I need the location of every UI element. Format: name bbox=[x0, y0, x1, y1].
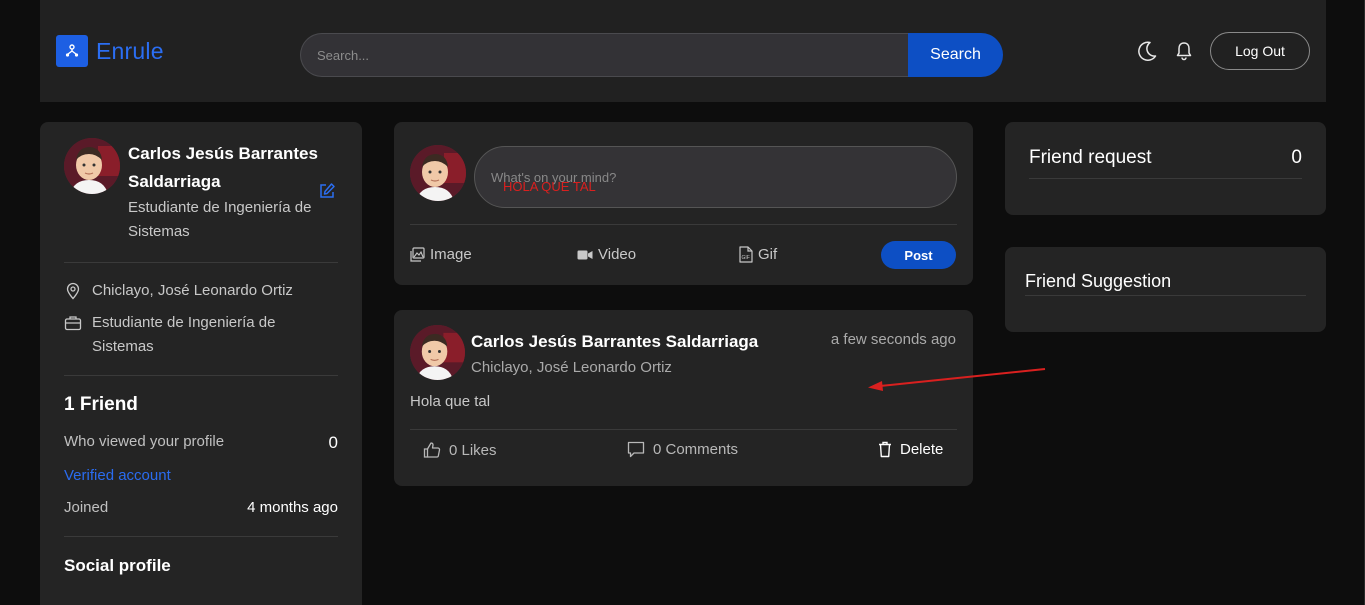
friend-request-title: Friend request bbox=[1029, 147, 1152, 168]
profile-name: Carlos Jesús Barrantes Saldarriaga bbox=[128, 144, 318, 191]
gif-file-icon: GIF bbox=[739, 246, 753, 263]
friend-suggestion-title: Friend Suggestion bbox=[1025, 271, 1172, 291]
avatar[interactable] bbox=[64, 138, 120, 194]
location-text: Chiclayo, José Leonardo Ortiz bbox=[92, 282, 293, 299]
add-gif-button[interactable]: GIF Gif bbox=[739, 246, 777, 263]
briefcase-icon bbox=[64, 316, 82, 331]
app-logo[interactable]: Enrule bbox=[56, 35, 164, 67]
post-body-text: Hola que tal bbox=[410, 393, 491, 410]
add-image-button[interactable]: Image bbox=[410, 246, 472, 263]
joined-row: Joined 4 months ago bbox=[64, 499, 338, 516]
search-bar: Search bbox=[300, 33, 1003, 77]
location-row: Chiclayo, José Leonardo Ortiz bbox=[64, 279, 293, 303]
profile-card: Carlos Jesús Barrantes Saldarriaga Estud… bbox=[40, 122, 362, 605]
video-label: Video bbox=[598, 246, 637, 263]
likes-count: 0 Likes bbox=[449, 441, 497, 459]
search-button[interactable]: Search bbox=[908, 33, 1003, 77]
thumbs-up-icon bbox=[423, 442, 441, 458]
profile-headline: Estudiante de Ingeniería de Sistemas bbox=[128, 199, 312, 240]
image-label: Image bbox=[430, 246, 472, 263]
post-timestamp: a few seconds ago bbox=[830, 331, 956, 348]
like-button[interactable]: 0 Likes bbox=[423, 441, 497, 459]
post-author-location: Chiclayo, José Leonardo Ortiz bbox=[471, 359, 672, 376]
joined-value: 4 months ago bbox=[247, 499, 338, 516]
gif-label: Gif bbox=[758, 246, 778, 263]
profile-views-row: Who viewed your profile 0 bbox=[64, 433, 338, 453]
top-navbar: Enrule Search Log Out bbox=[40, 0, 1326, 102]
occupation-row: Estudiante de Ingeniería de Sistemas bbox=[64, 311, 304, 359]
friend-suggestion-card: Friend Suggestion bbox=[1005, 247, 1326, 332]
friends-count[interactable]: 1 Friend bbox=[64, 394, 138, 416]
location-pin-icon bbox=[66, 282, 80, 300]
divider bbox=[1025, 295, 1306, 296]
avatar[interactable] bbox=[410, 145, 466, 201]
dark-mode-moon-icon[interactable] bbox=[1136, 40, 1158, 62]
add-video-button[interactable]: Video bbox=[577, 246, 636, 263]
app-name: Enrule bbox=[96, 37, 164, 64]
post-author-avatar[interactable] bbox=[410, 325, 465, 380]
edit-profile-icon[interactable] bbox=[318, 182, 336, 200]
profile-views-count: 0 bbox=[328, 433, 338, 452]
post-submit-button[interactable]: Post bbox=[881, 241, 956, 269]
video-camera-icon bbox=[577, 250, 593, 259]
divider bbox=[64, 262, 338, 263]
notification-bell-icon[interactable] bbox=[1175, 41, 1193, 61]
delete-post-button[interactable]: Delete bbox=[878, 441, 943, 458]
post-composer: What's on your mind? HOLA QUE TAL Image … bbox=[394, 122, 973, 285]
profile-views-label: Who viewed your profile bbox=[64, 433, 225, 450]
divider bbox=[1029, 178, 1302, 179]
search-input[interactable] bbox=[300, 33, 908, 77]
image-icon bbox=[410, 247, 425, 262]
comment-button[interactable]: 0 Comments bbox=[627, 441, 738, 458]
comments-count: 0 Comments bbox=[653, 441, 739, 458]
comment-icon bbox=[627, 441, 645, 458]
verified-account-link[interactable]: Verified account bbox=[64, 467, 171, 484]
logout-button[interactable]: Log Out bbox=[1210, 32, 1310, 70]
delete-label: Delete bbox=[900, 441, 944, 458]
logo-icon bbox=[56, 35, 88, 67]
joined-label: Joined bbox=[64, 499, 109, 516]
post-input-value: HOLA QUE TAL bbox=[503, 179, 596, 194]
divider bbox=[410, 429, 957, 430]
post-text-input[interactable]: What's on your mind? HOLA QUE TAL bbox=[474, 146, 957, 208]
divider bbox=[64, 536, 338, 537]
trash-icon bbox=[879, 441, 891, 458]
feed-post-card: Carlos Jesús Barrantes Saldarriaga Chicl… bbox=[394, 310, 973, 486]
divider bbox=[410, 224, 957, 225]
post-author-name[interactable]: Carlos Jesús Barrantes Saldarriaga bbox=[471, 332, 758, 352]
divider bbox=[64, 375, 338, 376]
occupation-text: Estudiante de Ingeniería de Sistemas bbox=[92, 314, 276, 355]
friend-request-count: 0 bbox=[1291, 147, 1302, 168]
svg-text:GIF: GIF bbox=[742, 255, 750, 261]
social-profile-heading: Social profile bbox=[64, 556, 171, 575]
friend-request-card: Friend request 0 bbox=[1005, 122, 1326, 215]
